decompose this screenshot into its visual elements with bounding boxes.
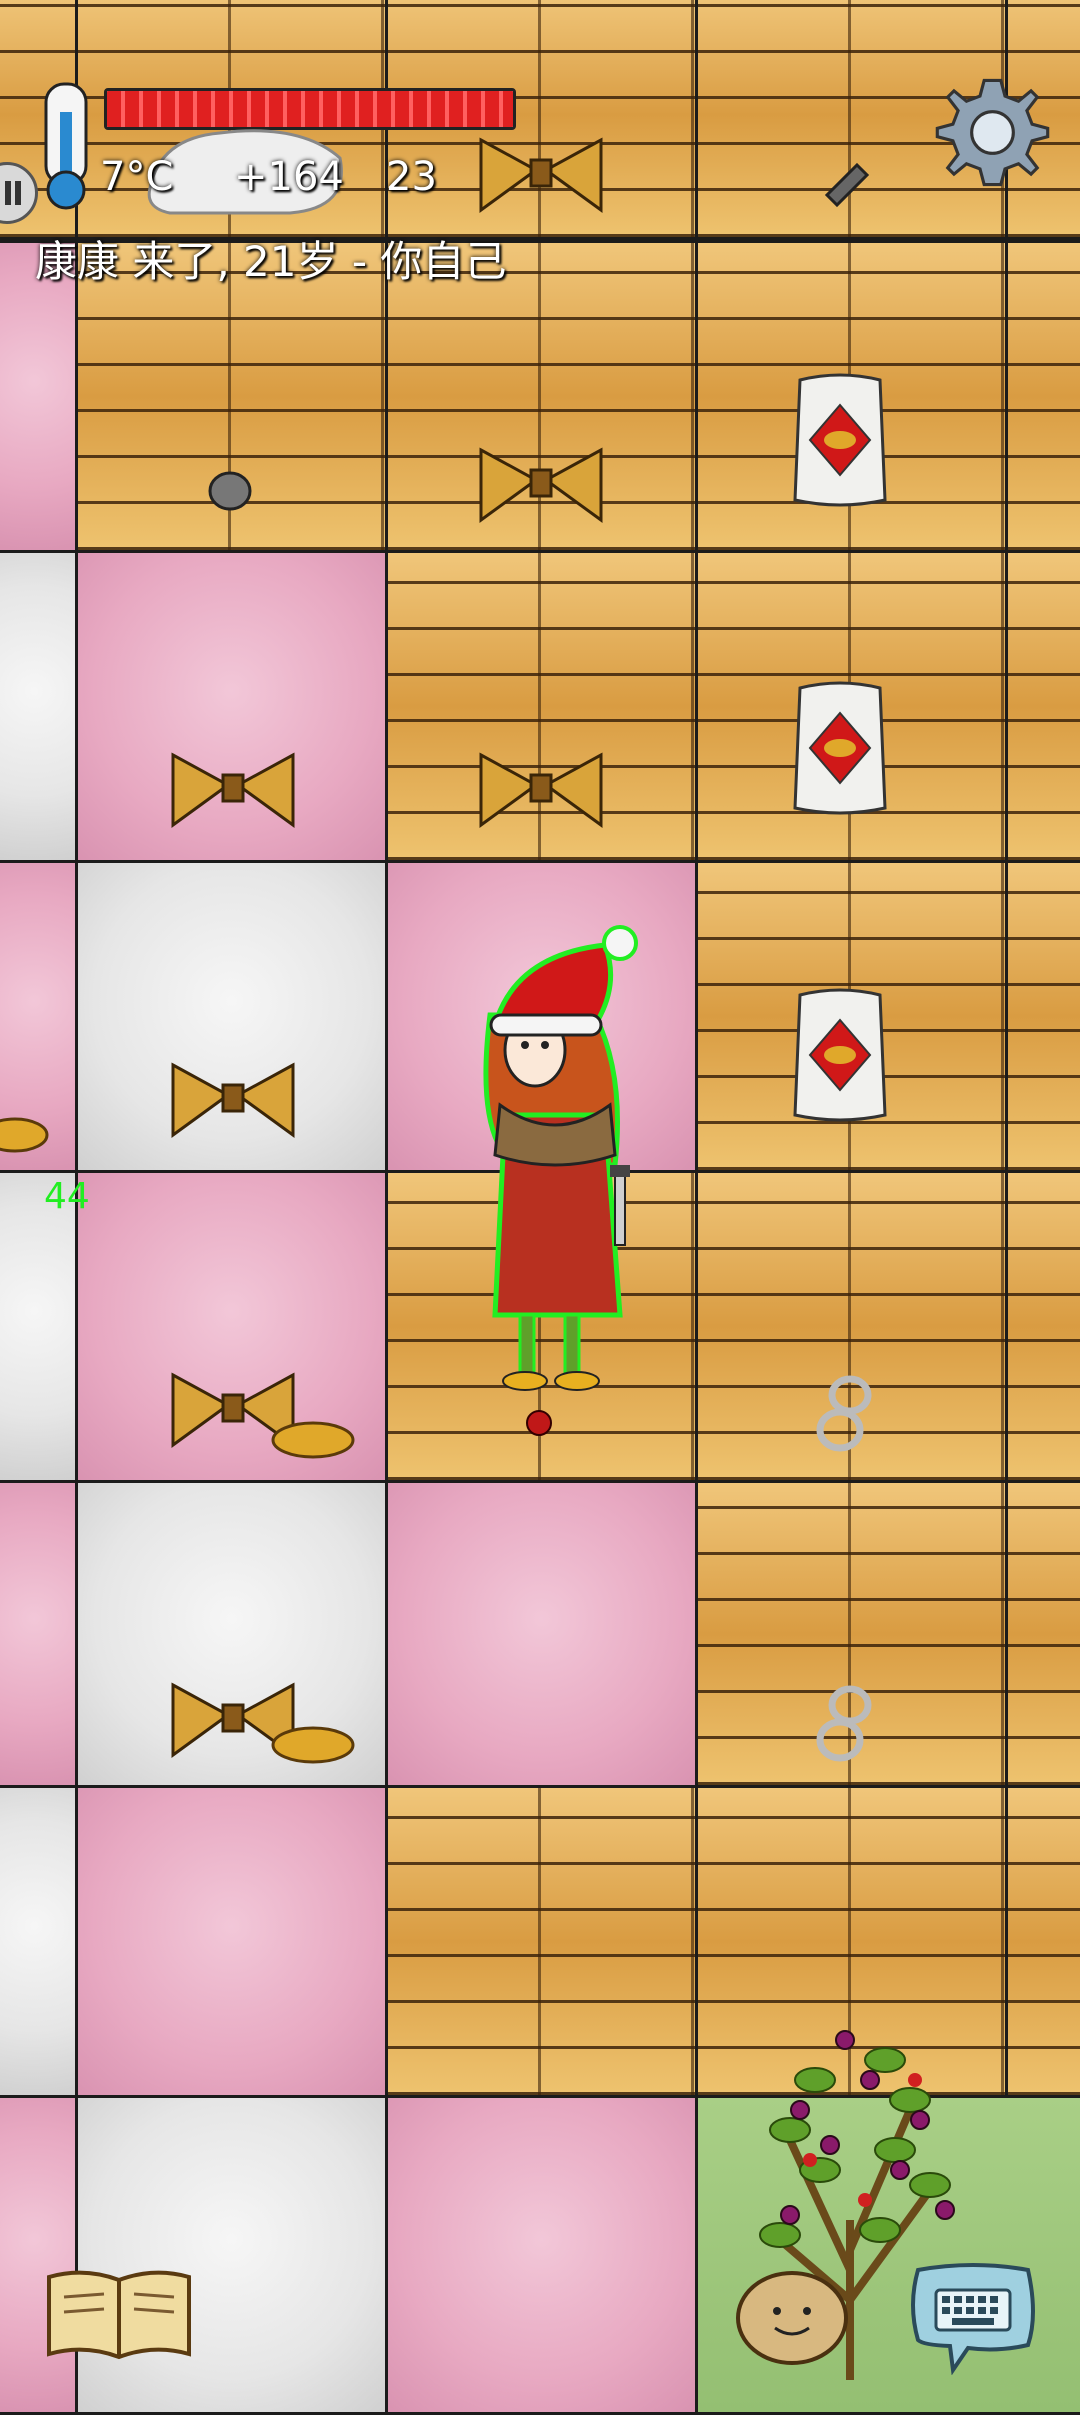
- floor-tile[interactable]: [1005, 1785, 1080, 2098]
- floor-tile[interactable]: [0, 2095, 78, 2415]
- stone[interactable]: [205, 468, 255, 513]
- keyboard-chat-icon: [911, 2263, 1035, 2375]
- straw-bundle[interactable]: [476, 440, 606, 530]
- grain-sack[interactable]: [790, 985, 890, 1125]
- food-count-label: 23: [386, 154, 437, 200]
- pause-icon: [5, 181, 11, 205]
- floor-tile[interactable]: [0, 1480, 78, 1788]
- hover-number: 44: [44, 1176, 90, 1217]
- floor-tile[interactable]: [1005, 1480, 1080, 1788]
- emote-button[interactable]: [735, 2266, 850, 2366]
- pause-button[interactable]: [0, 162, 38, 224]
- sawdust-pile[interactable]: [0, 1105, 50, 1155]
- hud: 7°C +164 23 康康 来了, 21岁 - 你自己: [0, 0, 1080, 300]
- rope-coil[interactable]: [805, 1680, 885, 1770]
- floor-tile[interactable]: [75, 1785, 388, 2098]
- book-icon: [47, 2270, 191, 2360]
- temperature-label: 7°C: [100, 154, 174, 200]
- thermometer-icon: [44, 82, 88, 210]
- rope-coil[interactable]: [805, 1370, 885, 1460]
- floor-tile[interactable]: [385, 2095, 698, 2415]
- player-character[interactable]: [455, 915, 655, 1395]
- floor-tile[interactable]: [0, 1785, 78, 2098]
- floor-tile[interactable]: [75, 2095, 388, 2415]
- straw-bundle[interactable]: [168, 1055, 298, 1145]
- chat-button[interactable]: [908, 2260, 1038, 2375]
- sawdust-pile[interactable]: [268, 1715, 358, 1765]
- floor-tile[interactable]: [1005, 860, 1080, 1173]
- tech-tree-button[interactable]: [44, 2262, 194, 2362]
- player-status-label: 康康 来了, 21岁 - 你自己: [35, 237, 507, 286]
- gear-icon: [935, 78, 1050, 187]
- berry[interactable]: [526, 1410, 552, 1436]
- floor-tile[interactable]: [1005, 550, 1080, 863]
- floor-tile[interactable]: [1005, 1170, 1080, 1483]
- straw-bundle[interactable]: [476, 745, 606, 835]
- floor-tile[interactable]: [385, 1480, 698, 1788]
- grain-sack[interactable]: [790, 370, 890, 510]
- sawdust-pile[interactable]: [268, 1410, 358, 1460]
- settings-button[interactable]: [930, 70, 1055, 195]
- straw-bundle[interactable]: [168, 745, 298, 835]
- floor-tile[interactable]: [385, 1785, 698, 2098]
- potato-face-icon: [736, 2271, 848, 2365]
- floor-tile[interactable]: [0, 550, 78, 863]
- grain-sack[interactable]: [790, 678, 890, 818]
- game-world[interactable]: 44: [0, 0, 1080, 2415]
- yum-bonus-label: +164: [234, 154, 344, 200]
